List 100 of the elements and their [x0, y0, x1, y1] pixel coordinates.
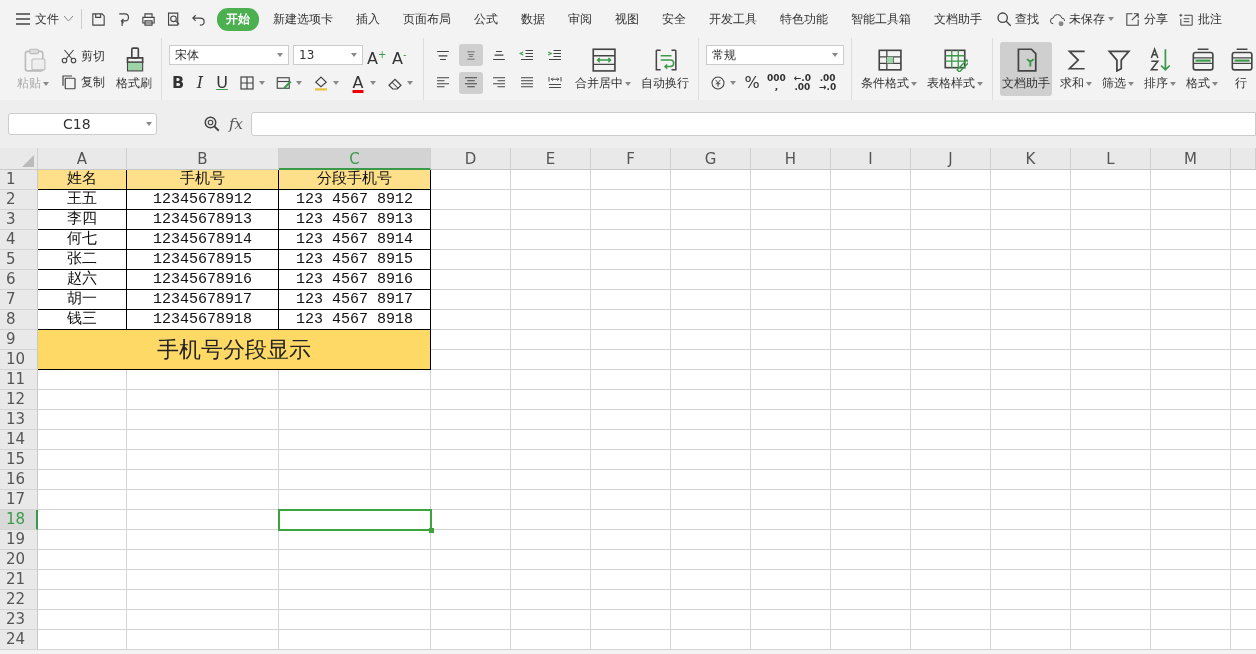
decimal-button[interactable]: ←.0 .00: [791, 72, 814, 94]
ribbon-button[interactable]: 筛选: [1100, 42, 1136, 96]
row-header[interactable]: 5: [0, 250, 38, 270]
ribbon-button[interactable]: 文档助手: [1000, 42, 1052, 96]
ribbon-tab[interactable]: 新建选项卡: [264, 7, 342, 31]
font-size-button[interactable]: A$^{+}$: [367, 44, 387, 66]
row-header[interactable]: 3: [0, 210, 38, 230]
row-header[interactable]: 13: [0, 410, 38, 430]
underline-button[interactable]: U: [213, 72, 231, 94]
printer-icon[interactable]: [140, 10, 157, 28]
toolbar-button[interactable]: 分享: [1124, 10, 1168, 28]
ribbon-tab[interactable]: 公式: [465, 7, 507, 31]
row-header[interactable]: 4: [0, 230, 38, 250]
font-color-button[interactable]: A: [346, 72, 379, 94]
search-icon: [996, 11, 1012, 27]
caret-icon: [259, 81, 265, 85]
font-size-select[interactable]: 13: [293, 45, 363, 65]
caret-icon: [977, 81, 983, 86]
number-format-select[interactable]: 常规: [706, 45, 844, 65]
ribbon-tab[interactable]: 数据: [512, 7, 554, 31]
column-header[interactable]: I: [831, 148, 911, 170]
merge-cells-icon: [590, 46, 616, 72]
copy-button[interactable]: 复制: [57, 71, 108, 93]
row-header[interactable]: 9: [0, 330, 38, 350]
decimal-button[interactable]: .00 →.0: [817, 72, 839, 94]
ribbon-button[interactable]: 合并居中: [573, 42, 633, 96]
header-cell: 姓名: [38, 170, 127, 190]
ribbon-tab[interactable]: 视图: [606, 7, 648, 31]
row-header[interactable]: 15: [0, 450, 38, 470]
ribbon-button[interactable]: 排序: [1142, 42, 1178, 96]
align-lines-icon: [490, 49, 508, 61]
row-header[interactable]: 12: [0, 390, 38, 410]
row-header[interactable]: 2: [0, 190, 38, 210]
column-header[interactable]: G: [671, 148, 751, 170]
row-header[interactable]: 23: [0, 610, 38, 630]
column-header[interactable]: E: [511, 148, 591, 170]
italic-button[interactable]: I: [191, 72, 209, 94]
header-cell: 手机号: [127, 170, 279, 190]
ribbon-button[interactable]: 自动换行: [639, 42, 691, 96]
toolbar-button[interactable]: 批注: [1178, 10, 1222, 28]
table-cell: 12345678913: [127, 210, 279, 230]
ribbon-button[interactable]: 条件格式: [859, 42, 919, 96]
ribbon-tab[interactable]: 文档助手: [925, 7, 991, 31]
row-header[interactable]: 20: [0, 550, 38, 570]
table-cell: 12345678912: [127, 190, 279, 210]
ribbon-button[interactable]: 行: [1226, 42, 1256, 96]
caret-icon: [43, 81, 49, 86]
caret-icon: [730, 81, 736, 85]
decimal-button[interactable]: 000 ,: [765, 72, 788, 94]
ribbon-tab[interactable]: 特色功能: [771, 7, 837, 31]
ribbon-button[interactable]: 表格样式: [925, 42, 985, 96]
percent-button[interactable]: %: [743, 72, 761, 94]
cut-button[interactable]: 剪切: [57, 45, 108, 67]
row-header[interactable]: 22: [0, 590, 38, 610]
row-header[interactable]: 10: [0, 350, 38, 370]
column-header[interactable]: K: [991, 148, 1071, 170]
table-cell: 123 4567 8914: [279, 230, 431, 250]
column-header[interactable]: B: [127, 148, 279, 170]
font-size-button[interactable]: A$^{-}$: [390, 44, 409, 66]
row-header[interactable]: 24: [0, 630, 38, 650]
toolbar-button[interactable]: 未保存: [1049, 10, 1114, 28]
ribbon-tab[interactable]: 审阅: [559, 7, 601, 31]
row-header[interactable]: 16: [0, 470, 38, 490]
selected-cell[interactable]: [279, 510, 431, 530]
file-menu[interactable]: 文件: [12, 6, 77, 32]
search-button[interactable]: 查找: [996, 10, 1039, 28]
column-header[interactable]: H: [751, 148, 831, 170]
column-header[interactable]: L: [1071, 148, 1151, 170]
merged-title-cell: 手机号分段显示: [38, 330, 431, 370]
column-header[interactable]: F: [591, 148, 671, 170]
row-header[interactable]: 21: [0, 570, 38, 590]
ribbon-button[interactable]: 格式: [1184, 42, 1220, 96]
name-box[interactable]: C18: [8, 113, 157, 135]
ribbon-tab[interactable]: 智能工具箱: [842, 7, 920, 31]
column-header[interactable]: D: [431, 148, 511, 170]
row-header[interactable]: 19: [0, 530, 38, 550]
zoom-icon[interactable]: [203, 115, 221, 133]
function-button[interactable]: fx: [229, 115, 243, 133]
row-header[interactable]: 11: [0, 370, 38, 390]
print-preview-icon[interactable]: [165, 10, 182, 28]
row-header[interactable]: 7: [0, 290, 38, 310]
formula-input[interactable]: [251, 112, 1256, 136]
row-header[interactable]: 1: [0, 170, 38, 190]
column-header[interactable]: J: [911, 148, 991, 170]
row-header[interactable]: 6: [0, 270, 38, 290]
row-header[interactable]: 17: [0, 490, 38, 510]
ribbon-tab[interactable]: 安全: [653, 7, 695, 31]
save-icon[interactable]: [90, 10, 107, 28]
row-header[interactable]: 14: [0, 430, 38, 450]
ribbon-button[interactable]: 求和: [1058, 42, 1094, 96]
ribbon-tab[interactable]: 开发工具: [700, 7, 766, 31]
bold-button[interactable]: B: [169, 72, 187, 94]
ribbon-tab[interactable]: 页面布局: [394, 7, 460, 31]
column-header[interactable]: A: [38, 148, 127, 170]
row-header[interactable]: 8: [0, 310, 38, 330]
ribbon-button[interactable]: 格式刷: [114, 42, 154, 96]
align-button[interactable]: [459, 72, 483, 94]
font-family-select[interactable]: 宋体: [169, 45, 289, 65]
column-header[interactable]: M: [1151, 148, 1231, 170]
ribbon-tab[interactable]: 插入: [347, 7, 389, 31]
